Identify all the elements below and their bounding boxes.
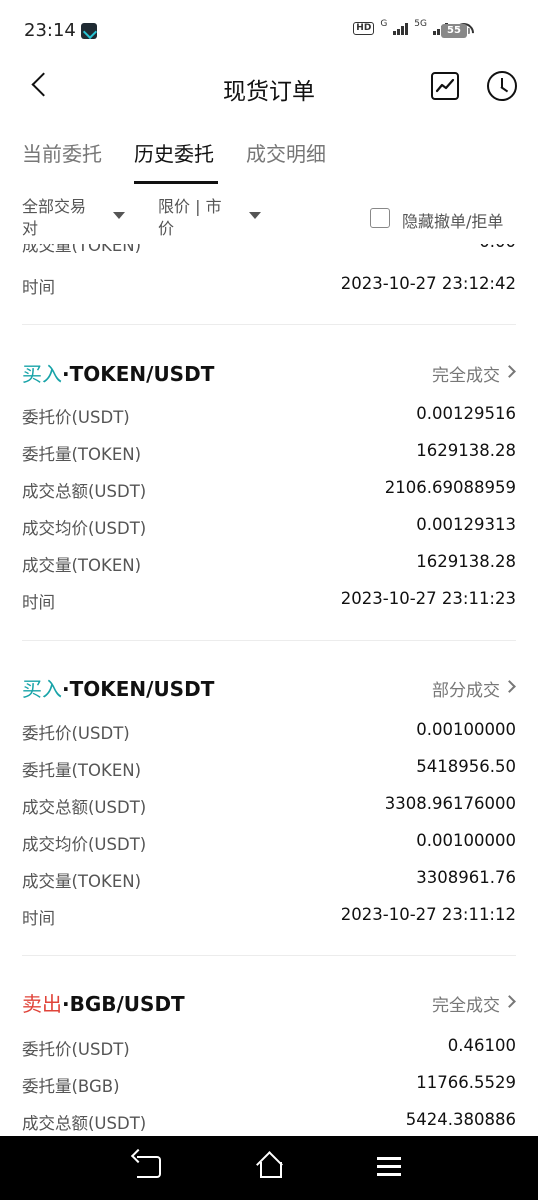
tab-current-orders[interactable]: 当前委托 <box>22 138 102 167</box>
order-status: 完全成交 <box>432 366 500 386</box>
row-label: 成交均价(USDT) <box>22 519 147 538</box>
row-label: 委托价(USDT) <box>22 1040 130 1059</box>
row-label: 委托量(TOKEN) <box>22 761 142 780</box>
order-card-header[interactable]: 卖出·BGB/USDT 完全成交 <box>22 988 516 1018</box>
order-side: 卖出 <box>22 992 62 1016</box>
order-pair: ·TOKEN/USDT <box>62 362 215 386</box>
nav-header: 现货订单 <box>0 62 538 112</box>
row-value: 0.00100000 <box>416 720 516 739</box>
order-pair: ·TOKEN/USDT <box>62 677 215 701</box>
row-value: 2023-10-27 23:11:12 <box>340 905 516 924</box>
chevron-down-icon[interactable] <box>113 212 125 219</box>
row-value: 5418956.50 <box>416 757 516 776</box>
pair-filter-dropdown[interactable]: 全部交易 对 <box>22 196 86 240</box>
table-row: 成交总额(USDT) 3308.96176000 <box>22 794 516 818</box>
network-left-label: G <box>380 19 388 29</box>
status-time: 23:14 <box>24 20 76 41</box>
row-label: 时间 <box>22 278 55 297</box>
system-nav-bar <box>0 1136 538 1200</box>
chevron-right-icon <box>503 680 516 693</box>
row-value: 3308.96176000 <box>384 794 516 813</box>
row-label: 成交量(TOKEN) <box>22 872 142 891</box>
type-filter-label-2: 价 <box>158 219 175 238</box>
table-row: 委托价(USDT) 0.00100000 <box>22 720 516 744</box>
table-row: 成交均价(USDT) 0.00129313 <box>22 515 516 539</box>
row-value: 1629138.28 <box>416 552 516 571</box>
row-value: 11766.5529 <box>416 1073 516 1092</box>
order-card-header[interactable]: 买入·TOKEN/USDT 完全成交 <box>22 358 516 388</box>
row-label: 委托量(BGB) <box>22 1077 120 1096</box>
table-row: 时间 2023-10-27 23:11:23 <box>22 589 516 613</box>
chart-icon[interactable] <box>431 72 459 100</box>
order-pair: ·BGB/USDT <box>62 992 185 1016</box>
row-value: 0.00129516 <box>416 404 516 423</box>
row-value: 2106.69088959 <box>384 478 516 497</box>
row-value: 0.46100 <box>447 1036 516 1055</box>
table-row: 成交均价(USDT) 0.00100000 <box>22 831 516 855</box>
table-row: 成交量(TOKEN) 3308961.76 <box>22 868 516 892</box>
table-row: 成交量(TOKEN) 1629138.28 <box>22 552 516 576</box>
status-bar: 23:14 HD G 5G 55 <box>0 0 538 62</box>
hide-cancelled-label[interactable]: 隐藏撤单/拒单 <box>402 208 503 232</box>
battery-icon: 55 <box>441 24 470 38</box>
chevron-right-icon <box>503 365 516 378</box>
hide-cancelled-checkbox[interactable] <box>370 208 390 228</box>
row-value: 0.00100000 <box>416 831 516 850</box>
order-type-filter-dropdown[interactable]: 限价 | 市 价 <box>158 196 222 240</box>
tab-order-history[interactable]: 历史委托 <box>134 138 214 167</box>
row-label: 成交总额(USDT) <box>22 798 147 817</box>
divider <box>22 955 516 956</box>
network-right-label: 5G <box>414 19 427 29</box>
table-row: 委托量(TOKEN) 1629138.28 <box>22 441 516 465</box>
row-value: 0.00129313 <box>416 515 516 534</box>
divider <box>22 324 516 325</box>
filter-bar: 全部交易 对 限价 | 市 价 隐藏撤单/拒单 <box>0 186 538 244</box>
order-list[interactable]: 成交量(TOKEN) 0.00 时间 2023-10-27 23:12:42 买… <box>0 186 538 1136</box>
row-value: 2023-10-27 23:12:42 <box>340 274 516 293</box>
table-row: 成交总额(USDT) 5424.380886 <box>22 1110 516 1134</box>
table-row: 委托量(TOKEN) 5418956.50 <box>22 757 516 781</box>
row-label: 成交总额(USDT) <box>22 482 147 501</box>
chevron-down-icon[interactable] <box>249 212 261 219</box>
type-filter-label: 限价 | 市 <box>158 197 222 216</box>
order-tabs: 当前委托 历史委托 成交明细 <box>0 126 538 186</box>
app-notification-icon <box>81 23 97 39</box>
system-home-icon[interactable] <box>256 1154 282 1180</box>
divider <box>22 640 516 641</box>
table-row: 委托价(USDT) 0.00129516 <box>22 404 516 428</box>
table-row: 委托价(USDT) 0.46100 <box>22 1036 516 1060</box>
list-item: 时间 2023-10-27 23:12:42 <box>22 274 516 298</box>
row-value: 3308961.76 <box>416 868 516 887</box>
pair-filter-label: 全部交易 <box>22 197 87 216</box>
row-label: 委托量(TOKEN) <box>22 445 142 464</box>
row-label: 委托价(USDT) <box>22 408 130 427</box>
history-clock-icon[interactable] <box>487 71 517 101</box>
row-label: 时间 <box>22 593 55 612</box>
chevron-right-icon <box>503 995 516 1008</box>
system-back-icon[interactable] <box>137 1156 161 1178</box>
row-label: 成交均价(USDT) <box>22 835 147 854</box>
pair-filter-label-2: 对 <box>22 219 39 238</box>
order-status: 完全成交 <box>432 996 500 1016</box>
system-menu-icon[interactable] <box>377 1157 401 1177</box>
order-side: 买入 <box>22 362 62 386</box>
tab-trade-details[interactable]: 成交明细 <box>246 138 326 167</box>
order-card-header[interactable]: 买入·TOKEN/USDT 部分成交 <box>22 673 516 703</box>
table-row: 成交总额(USDT) 2106.69088959 <box>22 478 516 502</box>
table-row: 时间 2023-10-27 23:11:12 <box>22 905 516 929</box>
chart-line-icon <box>435 78 455 93</box>
row-value: 2023-10-27 23:11:23 <box>340 589 516 608</box>
row-value: 5424.380886 <box>405 1110 516 1129</box>
row-value: 1629138.28 <box>416 441 516 460</box>
table-row: 委托量(BGB) 11766.5529 <box>22 1073 516 1097</box>
row-label: 时间 <box>22 909 55 928</box>
signal-icon-1 <box>393 23 409 35</box>
hd-icon: HD <box>353 22 375 35</box>
row-label: 成交总额(USDT) <box>22 1114 147 1133</box>
active-tab-indicator <box>134 181 218 184</box>
order-status: 部分成交 <box>432 681 500 701</box>
order-side: 买入 <box>22 677 62 701</box>
row-label: 成交量(TOKEN) <box>22 556 142 575</box>
row-label: 委托价(USDT) <box>22 724 130 743</box>
